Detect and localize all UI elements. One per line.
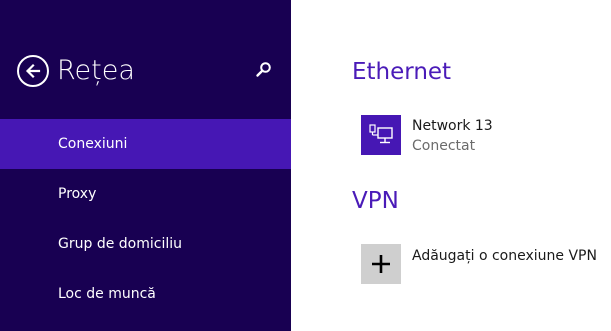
search-button[interactable]: [254, 60, 274, 80]
page-title: Rețea: [57, 55, 135, 86]
ethernet-network-icon: [369, 124, 393, 144]
nav-item-conexiuni[interactable]: Conexiuni: [0, 119, 291, 169]
back-button[interactable]: [17, 55, 49, 87]
nav-item-loc-de-munca[interactable]: Loc de muncă: [0, 269, 291, 319]
plus-icon: [372, 255, 390, 273]
back-arrow-icon: [25, 63, 41, 79]
ethernet-section-title: Ethernet: [352, 59, 452, 85]
network-settings-window: Rețea Conexiuni Proxy Grup de domiciliu …: [0, 0, 611, 331]
vpn-section-title: VPN: [352, 188, 399, 214]
nav-item-grup-de-domiciliu[interactable]: Grup de domiciliu: [0, 219, 291, 269]
add-vpn-button[interactable]: [361, 244, 401, 284]
add-vpn-label[interactable]: Adăugați o conexiune VPN: [412, 247, 597, 265]
connection-status: Conectat: [412, 138, 476, 154]
connection-name[interactable]: Network 13: [412, 117, 493, 135]
nav-item-proxy[interactable]: Proxy: [0, 169, 291, 219]
navigation-pane: Rețea Conexiuni Proxy Grup de domiciliu …: [0, 0, 291, 331]
search-icon: [256, 62, 271, 77]
ethernet-connection-tile[interactable]: [361, 115, 401, 155]
